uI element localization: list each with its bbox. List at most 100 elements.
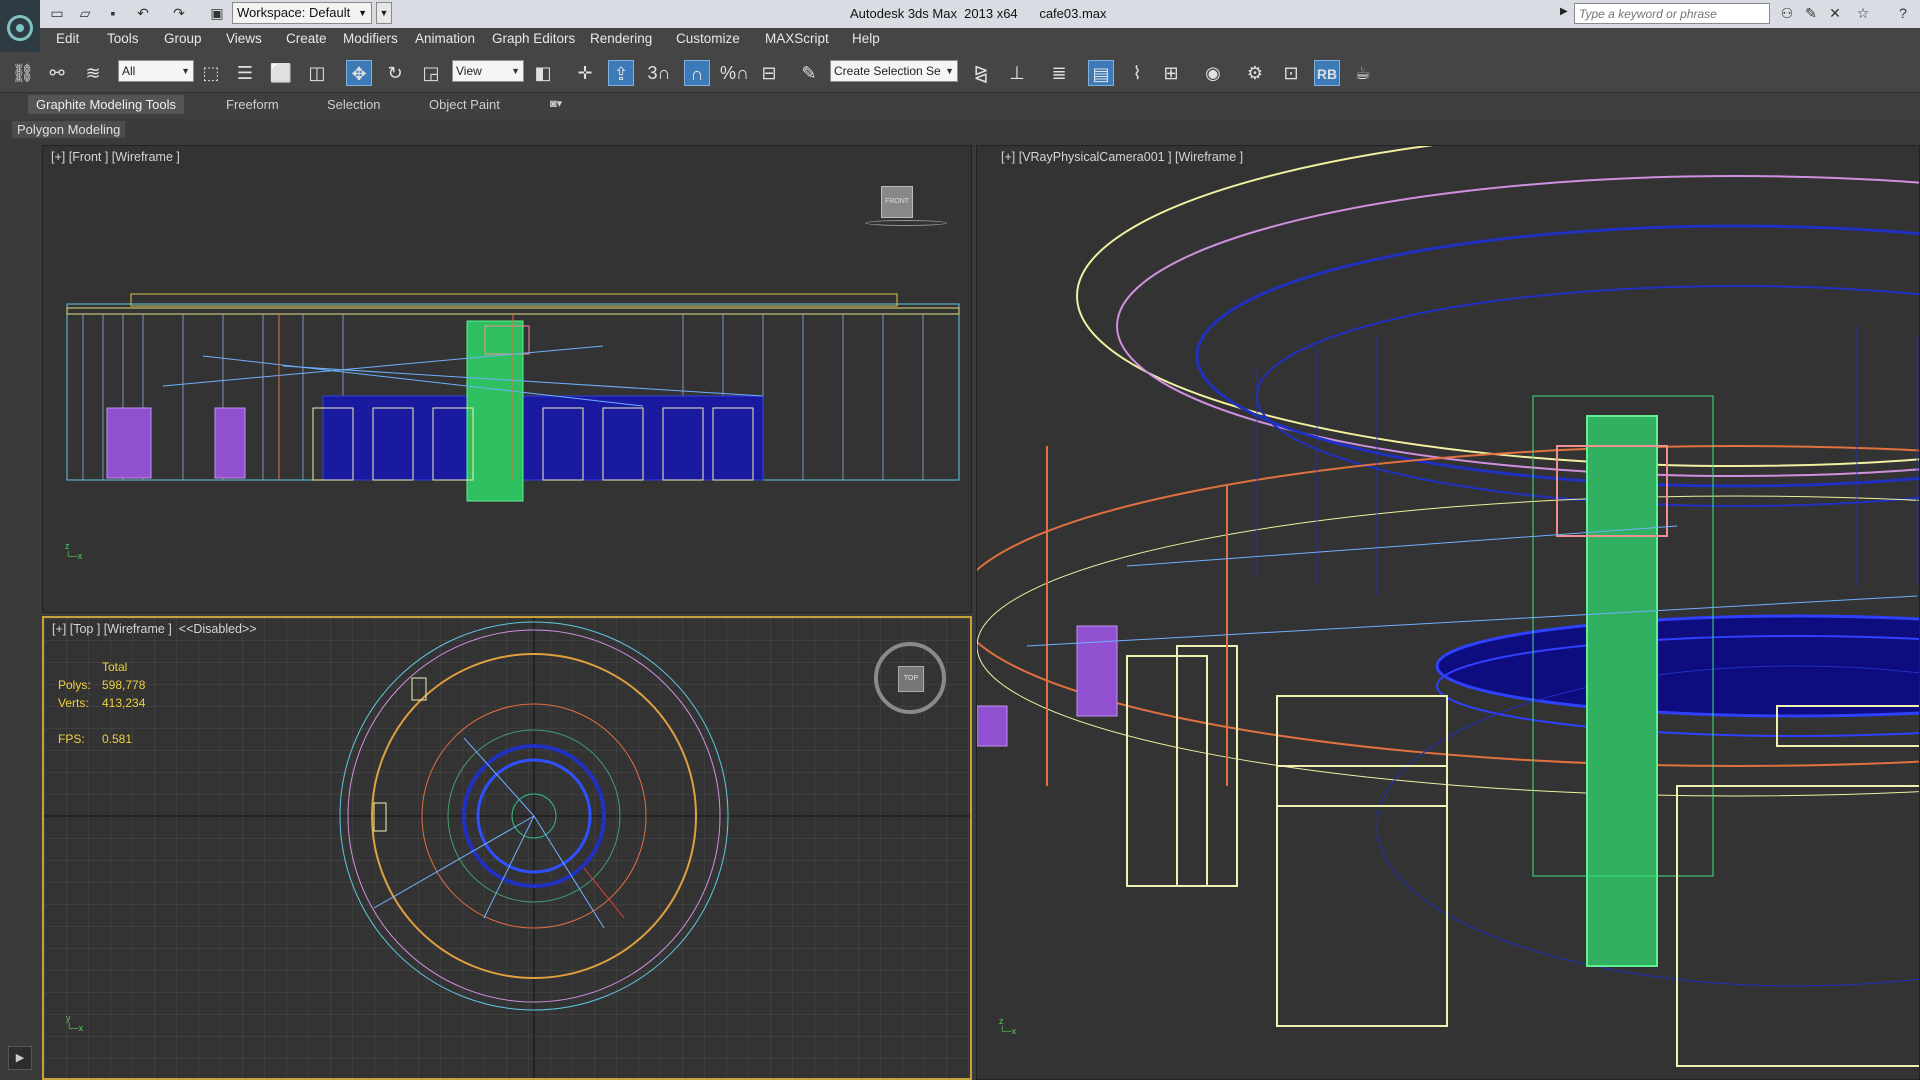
angle-snap-toggle-icon[interactable]: ∩ xyxy=(684,60,710,86)
render-setup-icon[interactable]: ⚙ xyxy=(1242,60,1268,86)
stats-header: Total xyxy=(102,660,128,674)
app-logo-icon xyxy=(7,15,33,41)
menu-help[interactable]: Help xyxy=(852,31,880,46)
menu-graph-editors[interactable]: Graph Editors xyxy=(492,31,575,46)
polys-label: Polys: xyxy=(58,678,91,692)
new-file-icon[interactable]: ▭ xyxy=(48,4,66,22)
ribbon-tabs: Graphite Modeling Tools Freeform Selecti… xyxy=(0,93,1920,119)
rectangular-selection-icon[interactable]: ⬜ xyxy=(268,60,294,86)
select-by-name-icon[interactable]: ☰ xyxy=(232,60,258,86)
menu-edit[interactable]: Edit xyxy=(56,31,79,46)
rb-plugin-button[interactable]: RB xyxy=(1314,60,1340,86)
select-and-scale-icon[interactable]: ◲ xyxy=(418,60,444,86)
polys-value: 598,778 xyxy=(102,678,146,692)
select-and-move-icon[interactable]: ✥ xyxy=(346,60,372,86)
schematic-view-icon[interactable]: ⊞ xyxy=(1158,60,1184,86)
workspace-menu-button[interactable]: ▼ xyxy=(376,2,392,24)
reference-coordinate-select[interactable]: View ▼ xyxy=(452,60,524,82)
front-wireframe xyxy=(66,293,960,502)
menu-maxscript[interactable]: MAXScript xyxy=(765,31,829,46)
material-editor-icon[interactable]: ◉ xyxy=(1200,60,1226,86)
snaps-toggle-label: 3 xyxy=(647,63,658,83)
named-selection-set-select[interactable]: Create Selection Se ▼ xyxy=(830,60,958,82)
graphite-toggle-icon[interactable]: ▤ xyxy=(1088,60,1114,86)
binoculars-icon[interactable]: ⚇ xyxy=(1778,4,1796,22)
favorites-icon[interactable]: ☆ xyxy=(1854,4,1872,22)
tab-selection[interactable]: Selection xyxy=(327,97,380,112)
selection-filter-select[interactable]: All ▼ xyxy=(118,60,194,82)
named-selection-set-value: Create Selection Se xyxy=(834,64,941,78)
keyboard-shortcut-override-icon[interactable]: ⇪ xyxy=(608,60,634,86)
verts-label: Verts: xyxy=(58,696,89,710)
top-wireframe xyxy=(44,618,970,1078)
viewport-front-label[interactable]: [+] [Front ] [Wireframe ] xyxy=(51,150,180,164)
chevron-down-icon: ▼ xyxy=(511,66,520,76)
menu-bar: Edit Tools Group Views Create Modifiers … xyxy=(40,28,1920,52)
pivot-center-icon[interactable]: ◧ xyxy=(530,60,556,86)
bind-space-warp-icon[interactable]: ≋ xyxy=(80,60,106,86)
menu-create[interactable]: Create xyxy=(286,31,327,46)
viewport-camera-label[interactable]: [+] [VRayPhysicalCamera001 ] [Wireframe … xyxy=(1001,150,1243,164)
search-field[interactable] xyxy=(1574,3,1770,24)
axis-tripod-icon: z └─x xyxy=(999,1016,1017,1036)
viewport-top-label[interactable]: [+] [Top ] [Wireframe ] <<Disabled>> xyxy=(52,622,257,636)
select-and-rotate-icon[interactable]: ↻ xyxy=(382,60,408,86)
search-input[interactable] xyxy=(1575,4,1769,23)
application-button[interactable] xyxy=(0,0,40,56)
select-object-icon[interactable]: ⬚ xyxy=(198,60,224,86)
workspace-select[interactable]: Workspace: Default ▼ xyxy=(232,2,372,24)
manipulate-icon[interactable]: ✛ xyxy=(572,60,598,86)
viewcube[interactable]: TOP xyxy=(874,642,946,714)
axis-tripod-icon: z └─x xyxy=(65,541,83,561)
ribbon-options-icon[interactable]: ◙▾ xyxy=(550,97,562,110)
viewcube-face-front[interactable]: FRONT xyxy=(881,186,913,218)
menu-animation[interactable]: Animation xyxy=(415,31,475,46)
statistics-overlay: Total Polys: 598,778 Verts: 413,234 FPS: 0.… xyxy=(58,658,145,748)
percent-snap-label: % xyxy=(720,63,737,83)
verts-value: 413,234 xyxy=(102,696,146,710)
tab-graphite-modeling-tools[interactable]: Graphite Modeling Tools xyxy=(28,95,184,114)
unlink-icon[interactable]: ⚯ xyxy=(44,60,70,86)
time-slider-toggle-button[interactable]: ▶ xyxy=(8,1046,32,1070)
menu-modifiers[interactable]: Modifiers xyxy=(343,31,398,46)
viewport-front[interactable]: [+] [Front ] [Wireframe ] FRONT z └─x xyxy=(42,145,972,613)
menu-views[interactable]: Views xyxy=(226,31,262,46)
tab-object-paint[interactable]: Object Paint xyxy=(429,97,500,112)
layer-manager-icon[interactable]: ≣ xyxy=(1046,60,1072,86)
redo-icon[interactable]: ↷ xyxy=(170,4,188,22)
axis-tripod-icon: y └─x xyxy=(66,1013,84,1033)
viewport-top[interactable]: [+] [Top ] [Wireframe ] <<Disabled>> Tot… xyxy=(42,616,972,1080)
align-icon[interactable]: ⊥ xyxy=(1004,60,1030,86)
project-folder-icon[interactable]: ▣ xyxy=(208,4,226,22)
tab-freeform[interactable]: Freeform xyxy=(226,97,279,112)
viewcube[interactable]: FRONT xyxy=(865,186,947,226)
percent-snap-toggle-icon[interactable]: %∩ xyxy=(720,60,749,86)
menu-customize[interactable]: Customize xyxy=(676,31,740,46)
polygon-modeling-panel[interactable]: Polygon Modeling xyxy=(12,121,126,138)
reference-coordinate-value: View xyxy=(456,64,482,78)
select-and-link-icon[interactable]: ⛓ xyxy=(10,60,36,86)
curve-editor-icon[interactable]: ⌇ xyxy=(1124,60,1150,86)
open-file-icon[interactable]: ▱ xyxy=(76,4,94,22)
window-crossing-icon[interactable]: ◫ xyxy=(304,60,330,86)
help-icon[interactable]: ? xyxy=(1894,4,1912,22)
save-file-icon[interactable]: ▪ xyxy=(104,4,122,22)
menu-rendering[interactable]: Rendering xyxy=(590,31,652,46)
chevron-down-icon: ▼ xyxy=(945,66,954,76)
spinner-snap-toggle-icon[interactable]: ⊟ xyxy=(756,60,782,86)
edit-named-selection-icon[interactable]: ✎ xyxy=(796,60,822,86)
subscription-icon[interactable]: ✎ xyxy=(1802,4,1820,22)
undo-icon[interactable]: ↶ xyxy=(134,4,152,22)
communication-center-icon[interactable]: ✕ xyxy=(1826,4,1844,22)
render-production-icon[interactable]: ☕ xyxy=(1350,60,1376,86)
mirror-icon[interactable]: ⧎ xyxy=(968,60,994,86)
window-title: Autodesk 3ds Max 2013 x64 cafe03.max xyxy=(850,6,1107,21)
viewport-camera[interactable]: [+] [VRayPhysicalCamera001 ] [Wireframe … xyxy=(976,145,1920,1080)
menu-group[interactable]: Group xyxy=(164,31,202,46)
viewcube-ring xyxy=(865,220,947,226)
menu-tools[interactable]: Tools xyxy=(107,31,139,46)
search-expand-icon[interactable]: ▶ xyxy=(1560,6,1568,17)
viewcube-face-top[interactable]: TOP xyxy=(898,666,924,692)
rendered-frame-window-icon[interactable]: ⊡ xyxy=(1278,60,1304,86)
snaps-toggle-icon[interactable]: 3∩ xyxy=(646,60,672,86)
